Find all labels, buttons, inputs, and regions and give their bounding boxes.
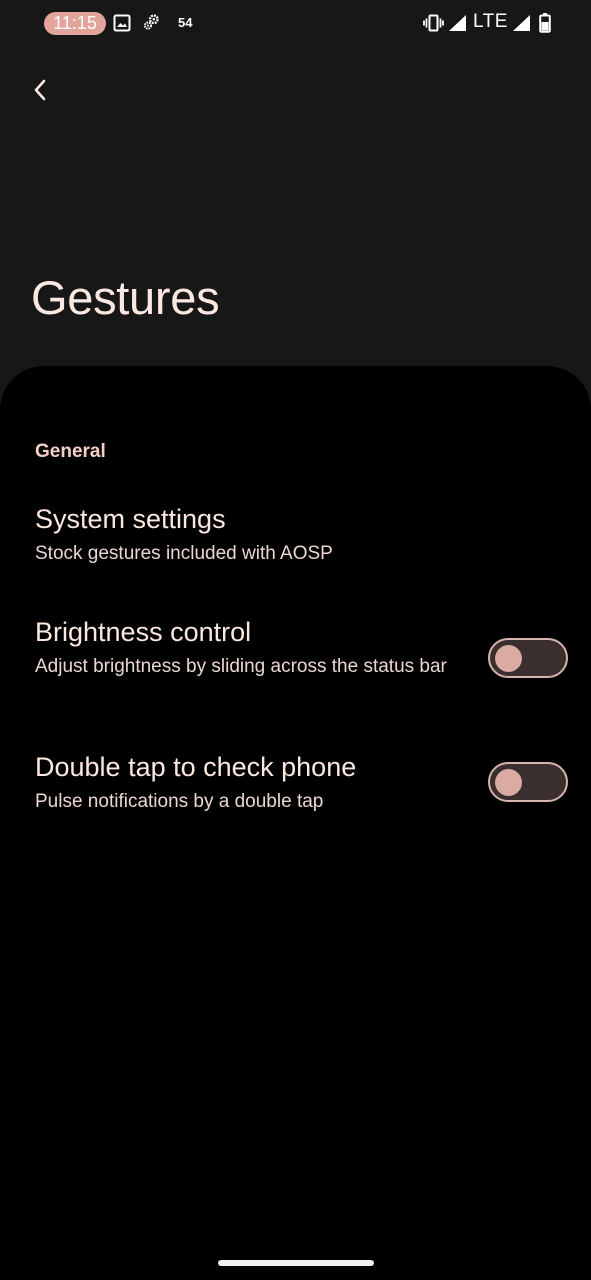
status-clock: 11:15 bbox=[44, 12, 106, 35]
pref-summary: Pulse notifications by a double tap bbox=[35, 791, 324, 812]
network-type: LTE bbox=[473, 11, 508, 32]
settings-gear-icon bbox=[143, 14, 159, 30]
signal-icon bbox=[513, 15, 530, 31]
section-header-general: General bbox=[35, 441, 106, 462]
pref-brightness-control[interactable]: Brightness control Adjust brightness by … bbox=[0, 605, 591, 715]
brightness-control-toggle[interactable] bbox=[488, 638, 568, 678]
pref-title: Double tap to check phone bbox=[35, 752, 357, 782]
toggle-thumb bbox=[495, 644, 522, 672]
back-button[interactable] bbox=[20, 70, 60, 110]
toggle-thumb bbox=[495, 768, 522, 796]
pref-system-settings[interactable]: System settings Stock gestures included … bbox=[0, 490, 591, 590]
notification-count: 54 bbox=[178, 15, 193, 30]
page-title: Gestures bbox=[31, 271, 220, 324]
pref-summary: Adjust brightness by sliding across the … bbox=[35, 656, 447, 677]
battery-icon bbox=[539, 13, 551, 33]
home-indicator[interactable] bbox=[218, 1260, 374, 1266]
vibrate-icon bbox=[423, 14, 444, 32]
image-icon bbox=[113, 14, 131, 32]
pref-double-tap-check-phone[interactable]: Double tap to check phone Pulse notifica… bbox=[0, 740, 591, 835]
pref-title: System settings bbox=[35, 504, 226, 534]
double-tap-toggle[interactable] bbox=[488, 762, 568, 802]
header-area bbox=[0, 0, 591, 420]
pref-title: Brightness control bbox=[35, 617, 252, 647]
signal-icon bbox=[449, 15, 466, 31]
chevron-left-icon bbox=[34, 79, 46, 101]
pref-summary: Stock gestures included with AOSP bbox=[35, 543, 333, 564]
status-bar: 11:15 54 LTE bbox=[0, 0, 591, 46]
